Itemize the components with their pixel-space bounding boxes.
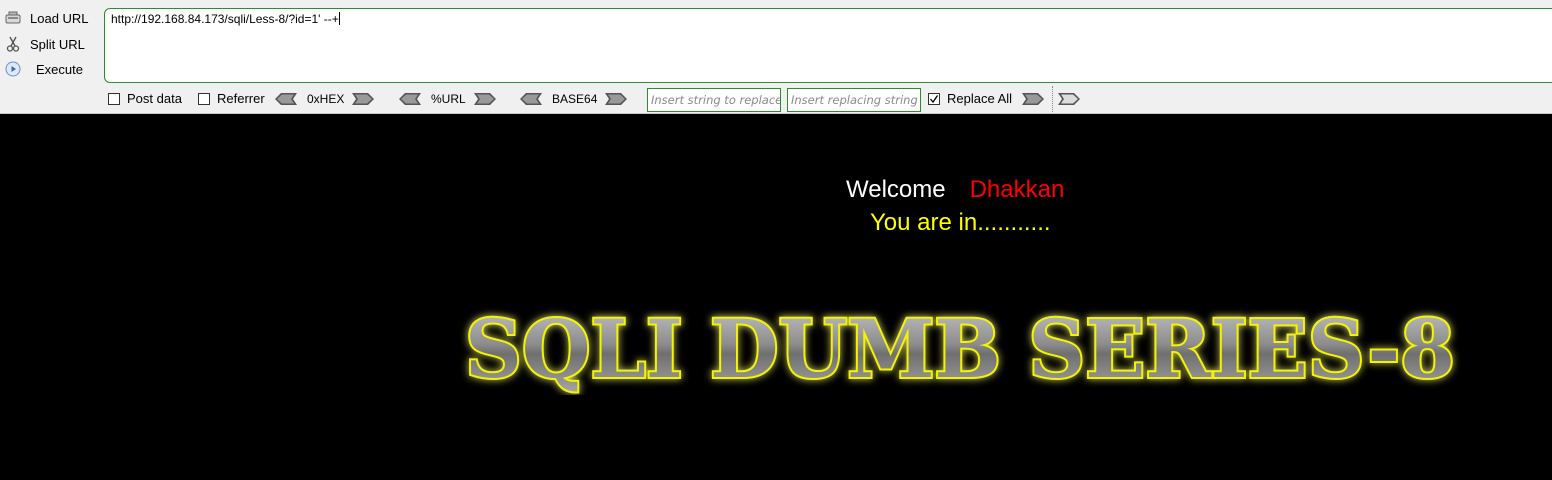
replace-all-checkbox[interactable]: Replace All [928,91,1012,106]
hex-encode-arrow-icon[interactable] [352,93,375,105]
extra-arrow-icon[interactable] [1058,93,1080,105]
referrer-label: Referrer [217,91,265,106]
url-text: http://192.168.84.173/sqli/Less-8/?id=1'… [111,12,339,26]
post-data-checkbox[interactable]: Post data [108,91,182,106]
post-data-label: Post data [127,91,182,106]
options-row: Post data Referrer 0xHEX %URL BASE64 Ins… [108,86,1108,112]
replace-placeholder: Insert string to replace [651,93,781,107]
base64-label: BASE64 [552,92,598,106]
page-content: Welcome Dhakkan You are in........... SQL… [0,115,1552,480]
toolbar-divider [1052,86,1053,112]
url-encode-group: %URL [399,91,496,107]
execute-label: Execute [36,61,83,77]
user-name: Dhakkan [969,176,1065,203]
welcome-line: Welcome Dhakkan [846,176,1064,204]
hex-label: 0xHEX [307,92,345,106]
url-enc-label: %URL [431,92,466,106]
load-url-label: Load URL [30,10,89,26]
play-icon [4,60,22,78]
split-url-label: Split URL [30,36,85,52]
replacing-placeholder: Insert replacing string [791,93,918,107]
replacing-string-input[interactable]: Insert replacing string [787,88,921,112]
post-data-box[interactable] [108,92,120,105]
base64-decode-arrow-icon[interactable] [520,93,542,105]
scissors-icon [4,35,22,53]
base64-encode-arrow-icon[interactable] [605,93,628,105]
base64-group: BASE64 [520,91,628,107]
status-text: You are in........... [870,209,1051,236]
referrer-box[interactable] [198,92,210,105]
welcome-text: Welcome [846,176,946,203]
logo-text: SQLI DUMB SERIES-8 [465,305,1455,395]
replace-arrow-icon[interactable] [1022,93,1044,105]
replace-all-box[interactable] [928,92,940,105]
url-decode-arrow-icon[interactable] [399,93,421,105]
hex-decode-arrow-icon[interactable] [275,93,297,105]
hex-group: 0xHEX [275,91,375,107]
load-url-icon [4,9,22,27]
hackbar-toolbar: Load URL Split URL Execute http://192.16… [0,0,1552,114]
replace-string-input[interactable]: Insert string to replace [647,88,781,112]
text-caret [338,12,340,25]
split-url-button[interactable]: Split URL [4,32,100,56]
execute-button[interactable]: Execute [4,57,100,81]
url-input[interactable]: http://192.168.84.173/sqli/Less-8/?id=1'… [104,8,1552,83]
sqli-logo: SQLI DUMB SERIES-8 [463,305,1457,395]
checkmark-icon [930,94,939,103]
load-url-button[interactable]: Load URL [4,6,100,30]
replace-all-label: Replace All [947,91,1013,106]
referrer-checkbox[interactable]: Referrer [198,91,265,106]
url-encode-arrow-icon[interactable] [473,93,496,105]
